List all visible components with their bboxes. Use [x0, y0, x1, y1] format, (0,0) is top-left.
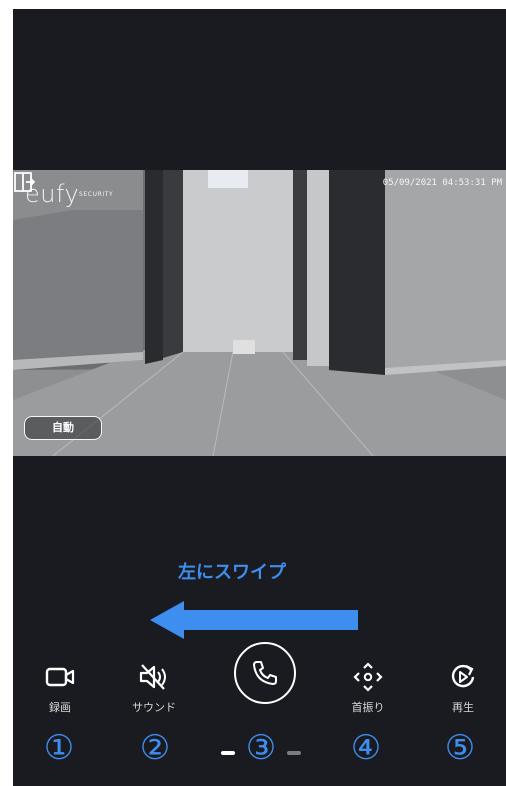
video-camera-icon: [45, 667, 75, 687]
talk-button[interactable]: [234, 642, 296, 704]
hallway-scene: [13, 170, 506, 456]
pan-tilt-icon: [353, 662, 383, 692]
replay-icon: [451, 664, 475, 688]
feed-timestamp: 05/09/2021 04:53:31 PM: [382, 178, 502, 188]
fullscreen-exit-icon[interactable]: [13, 170, 35, 194]
marker-1: ①: [43, 728, 75, 768]
arrow-left-icon: [150, 601, 358, 639]
marker-5: ⑤: [444, 728, 476, 768]
eufy-logo-sub: SECURITY: [79, 191, 114, 198]
playback-control[interactable]: 再生: [428, 664, 498, 715]
pan-tilt-label: 首振り: [351, 701, 385, 714]
phone-call-icon: [253, 661, 277, 685]
camera-feed[interactable]: eufy SECURITY 05/09/2021 04:53:31 PM 自動: [13, 170, 506, 456]
pan-tilt-control[interactable]: 首振り: [333, 662, 403, 715]
marker-2: ②: [139, 728, 171, 768]
sound-label: サウンド: [132, 701, 176, 714]
swipe-left-hint: 左にスワイプ: [178, 562, 286, 583]
marker-3: ③: [245, 728, 277, 768]
record-control[interactable]: 録画: [25, 664, 95, 715]
record-label: 録画: [49, 701, 71, 714]
auto-mode-button[interactable]: 自動: [24, 416, 102, 440]
sound-control[interactable]: サウンド: [119, 664, 189, 715]
marker-4: ④: [350, 728, 382, 768]
page-indicator-inactive: [287, 751, 301, 755]
speaker-muted-icon: [139, 664, 166, 690]
playback-label: 再生: [452, 701, 474, 714]
page-indicator-active: [221, 751, 235, 755]
app-screen: eufy SECURITY 05/09/2021 04:53:31 PM 自動 …: [13, 9, 506, 786]
